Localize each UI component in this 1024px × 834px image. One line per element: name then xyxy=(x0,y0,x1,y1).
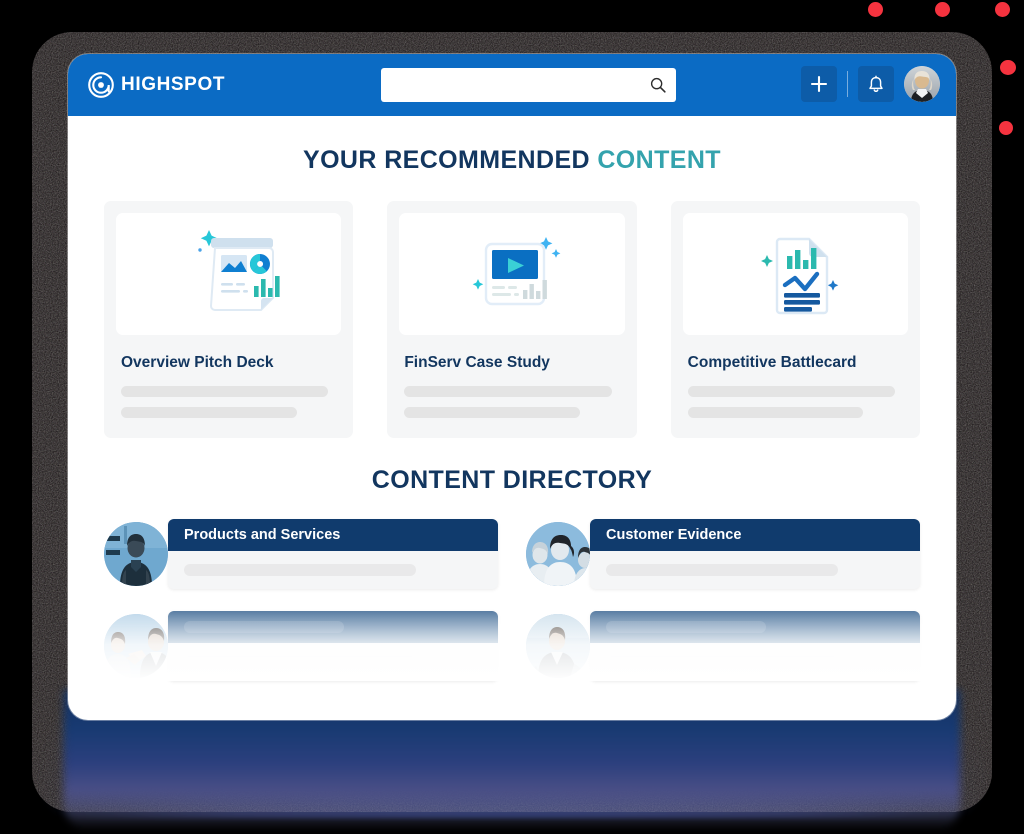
presentation-chart-icon xyxy=(197,230,280,311)
decor-dot xyxy=(995,2,1010,17)
page-title-primary: YOUR RECOMMENDED xyxy=(303,146,590,174)
search-container xyxy=(381,68,676,102)
recommended-cards: Overview Pitch Deck FinServ Case Study C… xyxy=(68,201,956,438)
directory-body xyxy=(590,643,920,681)
avatar[interactable] xyxy=(904,66,940,102)
user-avatar-photo xyxy=(904,66,940,102)
directory-header: Customer Evidence xyxy=(590,519,920,551)
video-play-icon xyxy=(472,237,561,306)
topbar-divider xyxy=(847,71,848,97)
notifications-button[interactable] xyxy=(858,66,894,102)
decor-dot xyxy=(1000,60,1016,75)
directory-panel xyxy=(590,611,920,681)
directory-panel: Products and Services xyxy=(168,519,498,589)
card-placeholder-line xyxy=(404,407,581,418)
directory-body xyxy=(590,551,920,589)
person-photo-avatar xyxy=(104,522,168,586)
directory-header: Products and Services xyxy=(168,519,498,551)
avatar xyxy=(104,522,168,586)
decor-dot xyxy=(999,121,1013,135)
card-placeholder-line xyxy=(687,407,864,418)
page-title: YOUR RECOMMENDED CONTENT xyxy=(68,146,956,175)
top-navigation-bar: HIGHSPOT xyxy=(68,54,956,116)
content-directory-grid: Products and Services Customer Evidence xyxy=(68,519,956,681)
card-placeholder-line xyxy=(121,407,297,418)
directory-body xyxy=(168,643,498,681)
handshake-photo-avatar xyxy=(104,614,168,678)
page-title-accent: CONTENT xyxy=(597,146,721,174)
app-window: HIGHSPOT YOUR RECOMMENDED CONTENT Overvi… xyxy=(68,54,956,720)
add-button[interactable] xyxy=(801,66,837,102)
directory-body xyxy=(168,551,498,589)
decor-dot xyxy=(935,2,950,17)
placeholder-line xyxy=(184,656,417,668)
directory-header xyxy=(168,611,498,643)
topbar-actions xyxy=(801,66,940,102)
directory-header xyxy=(590,611,920,643)
card-title: FinServ Case Study xyxy=(404,354,550,371)
brand[interactable]: HIGHSPOT xyxy=(88,72,225,98)
content-directory-title: CONTENT DIRECTORY xyxy=(371,466,653,494)
person-seated-photo-avatar xyxy=(526,614,590,678)
avatar xyxy=(526,522,590,586)
placeholder-line xyxy=(606,621,766,633)
card-title: Overview Pitch Deck xyxy=(121,354,274,371)
directory-row[interactable]: Products and Services xyxy=(104,519,498,589)
screenshot-stage: HIGHSPOT YOUR RECOMMENDED CONTENT Overvi… xyxy=(0,0,1024,834)
directory-panel: Customer Evidence xyxy=(590,519,920,589)
card-thumbnail xyxy=(682,213,908,335)
directory-row[interactable]: Customer Evidence xyxy=(526,519,920,589)
card-thumbnail xyxy=(116,213,342,335)
directory-panel xyxy=(168,611,498,681)
avatar xyxy=(526,614,590,678)
main-content: YOUR RECOMMENDED CONTENT Overview Pitch … xyxy=(68,146,956,720)
bell-icon xyxy=(869,75,883,92)
card-title: Competitive Battlecard xyxy=(687,354,857,371)
directory-row-label: Customer Evidence xyxy=(606,527,742,543)
content-card[interactable]: FinServ Case Study xyxy=(387,201,637,438)
search-input[interactable] xyxy=(381,68,676,102)
directory-row[interactable] xyxy=(104,611,498,681)
directory-row-label: Products and Services xyxy=(184,527,341,543)
content-card[interactable]: Competitive Battlecard xyxy=(670,201,920,438)
card-thumbnail xyxy=(399,213,625,335)
card-placeholder-line xyxy=(404,386,612,397)
card-placeholder-line xyxy=(687,386,895,397)
placeholder-line xyxy=(606,656,839,668)
document-chart-icon xyxy=(761,237,839,315)
avatar xyxy=(104,614,168,678)
content-card[interactable]: Overview Pitch Deck xyxy=(104,201,354,438)
directory-row[interactable] xyxy=(526,611,920,681)
plus-icon xyxy=(810,75,828,93)
group-photo-avatar xyxy=(526,522,590,586)
placeholder-line xyxy=(184,621,344,633)
decor-dot xyxy=(868,2,883,17)
placeholder-line xyxy=(606,564,839,576)
brand-name: HIGHSPOT xyxy=(121,74,226,95)
highspot-logo-icon xyxy=(88,72,114,98)
placeholder-line xyxy=(184,564,417,576)
card-placeholder-line xyxy=(121,386,329,397)
